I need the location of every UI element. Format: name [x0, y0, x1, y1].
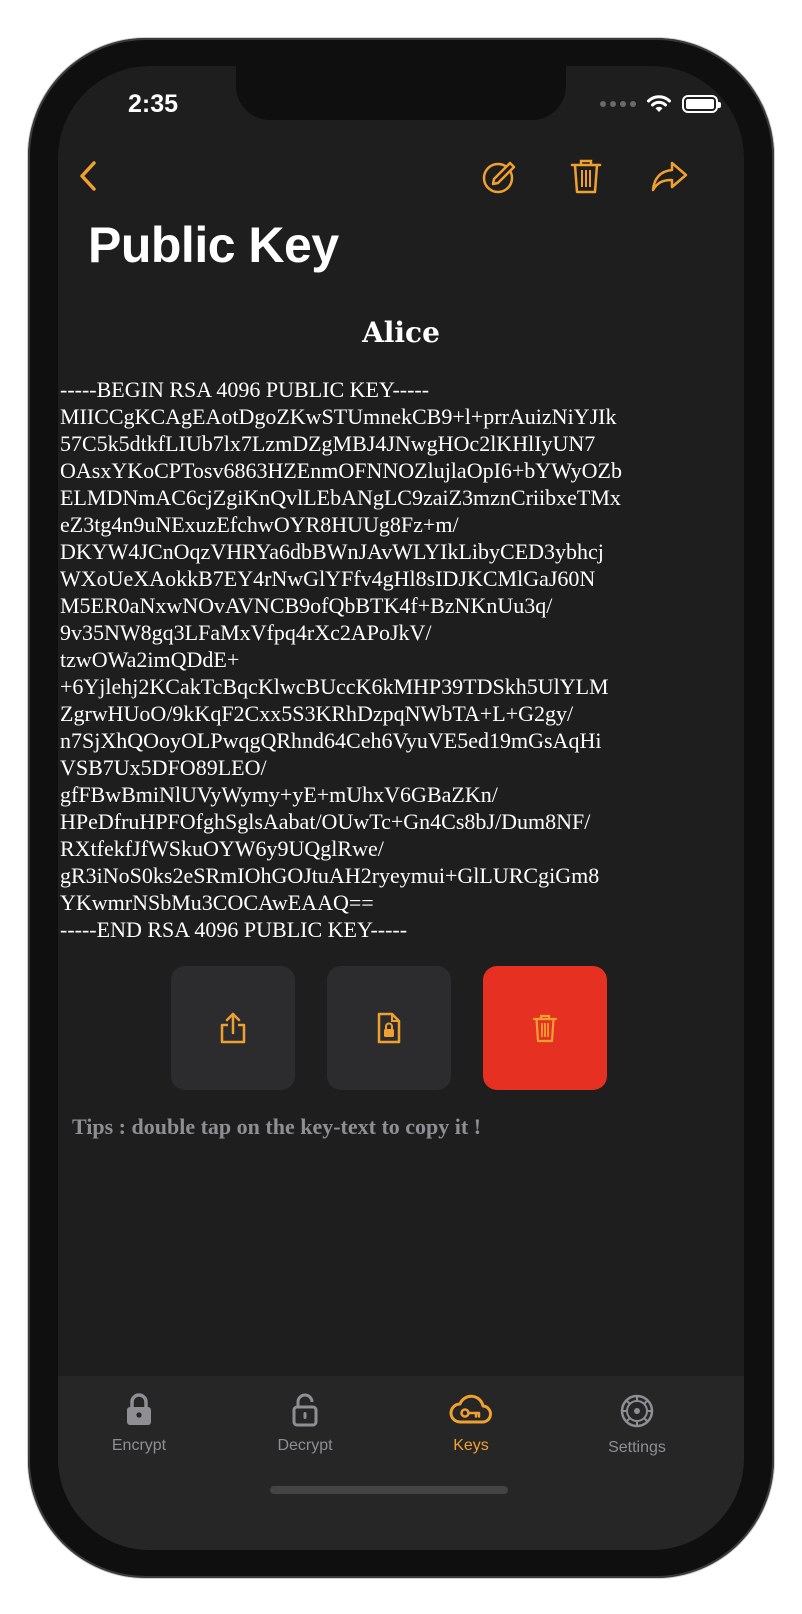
page-title: Public Key	[88, 217, 339, 273]
export-locked-file-button[interactable]	[327, 966, 451, 1090]
notch	[236, 66, 566, 120]
trash-icon	[570, 159, 602, 194]
unlock-icon	[292, 1393, 318, 1427]
navigation-bar	[58, 146, 744, 206]
lock-icon	[127, 1393, 151, 1425]
key-actions	[171, 966, 607, 1090]
trash-icon	[532, 1014, 558, 1043]
wifi-icon	[647, 95, 671, 112]
tab-label: Settings	[608, 1439, 666, 1456]
chevron-left-icon	[80, 161, 96, 191]
battery-icon	[682, 95, 721, 113]
app-screen: 2:35 Public Key Alice -----BEGIN RSA 409…	[58, 66, 744, 1550]
share-key-button[interactable]	[171, 966, 295, 1090]
home-indicator	[270, 1486, 508, 1494]
edit-button[interactable]	[478, 154, 522, 198]
tab-label: Decrypt	[277, 1437, 333, 1454]
tab-bar: Encrypt Decrypt Keys Settings	[58, 1376, 744, 1550]
key-owner-name: Alice	[362, 316, 440, 349]
tips-text: Tips : double tap on the key-text to cop…	[72, 1114, 482, 1139]
gear-icon	[620, 1394, 654, 1428]
tab-encrypt[interactable]: Encrypt	[64, 1392, 214, 1462]
forward-share-button[interactable]	[648, 154, 692, 198]
tab-label: Keys	[453, 1437, 489, 1454]
delete-button[interactable]	[564, 154, 608, 198]
delete-key-button[interactable]	[483, 966, 607, 1090]
share-icon	[220, 1012, 246, 1044]
cloud-key-icon	[449, 1394, 492, 1424]
status-time: 2:35	[128, 90, 179, 118]
locked-document-icon	[377, 1012, 401, 1044]
tab-decrypt[interactable]: Decrypt	[230, 1392, 380, 1462]
back-button[interactable]	[66, 154, 110, 198]
public-key-text[interactable]: -----BEGIN RSA 4096 PUBLIC KEY----- MIIC…	[60, 376, 744, 943]
cellular-signal-icon	[600, 101, 636, 107]
tab-label: Encrypt	[111, 1437, 167, 1454]
share-arrow-icon	[651, 161, 688, 192]
tab-keys[interactable]: Keys	[396, 1392, 546, 1462]
tab-settings[interactable]: Settings	[562, 1392, 712, 1462]
status-icons	[600, 94, 721, 114]
edit-pencil-icon	[482, 161, 516, 194]
